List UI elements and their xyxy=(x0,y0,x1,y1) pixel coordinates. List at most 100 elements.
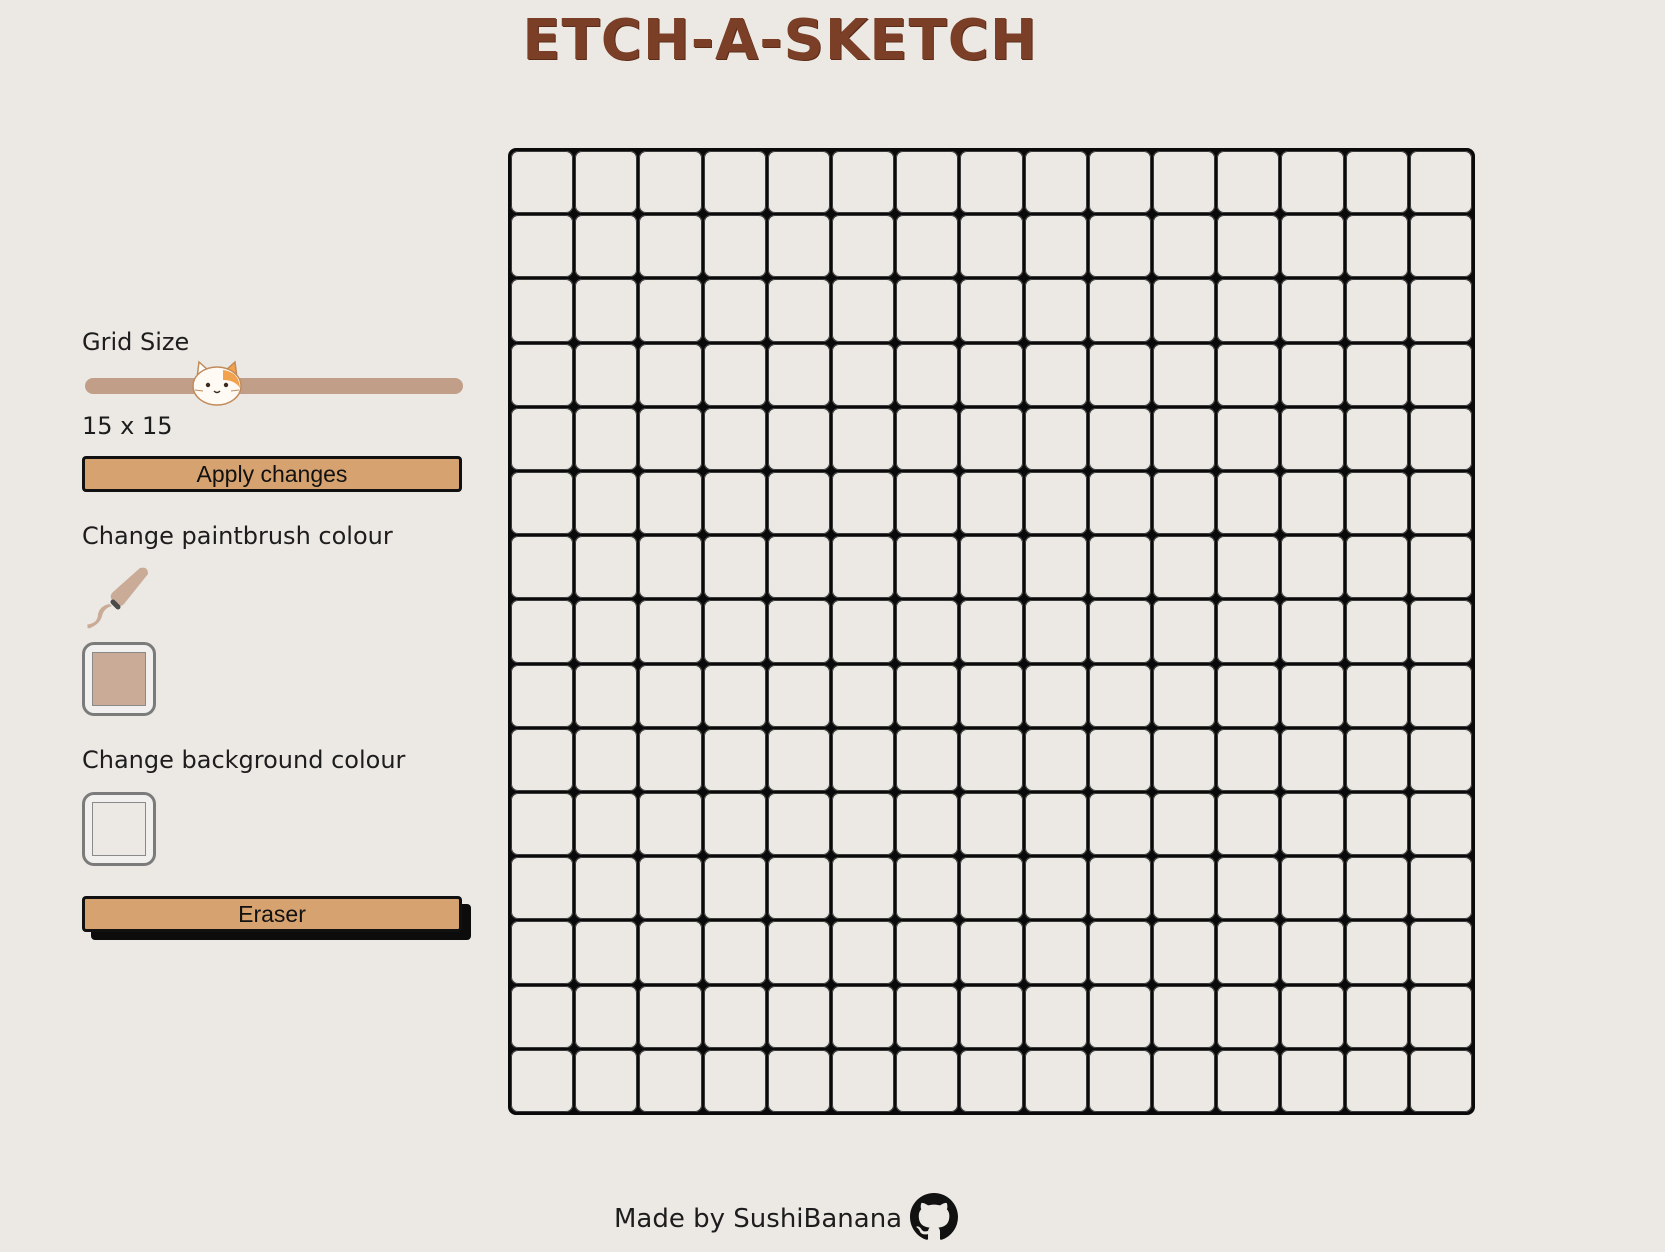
grid-cell[interactable] xyxy=(960,664,1023,727)
grid-cell[interactable] xyxy=(960,921,1023,984)
grid-cell[interactable] xyxy=(1345,536,1408,599)
grid-cell[interactable] xyxy=(703,536,766,599)
grid-cell[interactable] xyxy=(832,857,895,920)
grid-cell[interactable] xyxy=(1088,151,1151,214)
grid-cell[interactable] xyxy=(960,793,1023,856)
grid-cell[interactable] xyxy=(1409,793,1472,856)
grid-cell[interactable] xyxy=(1153,536,1216,599)
grid-cell[interactable] xyxy=(575,600,638,663)
grid-cell[interactable] xyxy=(1088,985,1151,1048)
grid-cell[interactable] xyxy=(896,407,959,470)
grid-cell[interactable] xyxy=(1088,472,1151,535)
grid-cell[interactable] xyxy=(639,536,702,599)
grid-cell[interactable] xyxy=(1409,151,1472,214)
grid-cell[interactable] xyxy=(1281,793,1344,856)
grid-cell[interactable] xyxy=(1281,728,1344,791)
grid-cell[interactable] xyxy=(1409,536,1472,599)
grid-cell[interactable] xyxy=(639,985,702,1048)
grid-cell[interactable] xyxy=(1281,472,1344,535)
grid-cell[interactable] xyxy=(1088,600,1151,663)
grid-cell[interactable] xyxy=(767,407,830,470)
grid-cell[interactable] xyxy=(703,1049,766,1112)
grid-cell[interactable] xyxy=(1088,728,1151,791)
grid-cell[interactable] xyxy=(1217,664,1280,727)
grid-cell[interactable] xyxy=(703,472,766,535)
grid-cell[interactable] xyxy=(511,793,574,856)
grid-cell[interactable] xyxy=(1153,472,1216,535)
grid-cell[interactable] xyxy=(1217,407,1280,470)
grid-cell[interactable] xyxy=(832,600,895,663)
grid-cell[interactable] xyxy=(1281,600,1344,663)
grid-cell[interactable] xyxy=(639,407,702,470)
grid-cell[interactable] xyxy=(511,151,574,214)
grid-cell[interactable] xyxy=(703,151,766,214)
grid-cell[interactable] xyxy=(511,215,574,278)
grid-cell[interactable] xyxy=(767,600,830,663)
grid-cell[interactable] xyxy=(1217,472,1280,535)
grid-cell[interactable] xyxy=(896,472,959,535)
grid-cell[interactable] xyxy=(832,985,895,1048)
grid-cell[interactable] xyxy=(1409,664,1472,727)
grid-cell[interactable] xyxy=(960,343,1023,406)
grid-cell[interactable] xyxy=(896,857,959,920)
grid-cell[interactable] xyxy=(1088,1049,1151,1112)
grid-cell[interactable] xyxy=(1088,279,1151,342)
grid-cell[interactable] xyxy=(1024,793,1087,856)
grid-cell[interactable] xyxy=(896,985,959,1048)
grid-cell[interactable] xyxy=(896,664,959,727)
grid-cell[interactable] xyxy=(960,536,1023,599)
grid-cell[interactable] xyxy=(1281,151,1344,214)
grid-cell[interactable] xyxy=(575,921,638,984)
grid-cell[interactable] xyxy=(1153,343,1216,406)
grid-cell[interactable] xyxy=(1088,664,1151,727)
grid-cell[interactable] xyxy=(1024,600,1087,663)
grid-cell[interactable] xyxy=(1281,857,1344,920)
grid-cell[interactable] xyxy=(575,536,638,599)
grid-cell[interactable] xyxy=(1088,343,1151,406)
grid-cell[interactable] xyxy=(960,472,1023,535)
sketch-grid[interactable] xyxy=(508,148,1475,1115)
grid-cell[interactable] xyxy=(767,857,830,920)
grid-cell[interactable] xyxy=(960,151,1023,214)
grid-cell[interactable] xyxy=(639,600,702,663)
grid-cell[interactable] xyxy=(1153,407,1216,470)
grid-cell[interactable] xyxy=(1024,857,1087,920)
grid-cell[interactable] xyxy=(832,664,895,727)
grid-cell[interactable] xyxy=(960,215,1023,278)
grid-cell[interactable] xyxy=(511,857,574,920)
grid-cell[interactable] xyxy=(1217,343,1280,406)
grid-cell[interactable] xyxy=(1409,728,1472,791)
grid-cell[interactable] xyxy=(575,407,638,470)
grid-cell[interactable] xyxy=(703,600,766,663)
grid-cell[interactable] xyxy=(703,921,766,984)
apply-changes-button[interactable]: Apply changes xyxy=(82,456,462,492)
grid-cell[interactable] xyxy=(1217,215,1280,278)
grid-cell[interactable] xyxy=(1088,857,1151,920)
grid-cell[interactable] xyxy=(511,279,574,342)
grid-cell[interactable] xyxy=(1153,1049,1216,1112)
grid-cell[interactable] xyxy=(1409,985,1472,1048)
grid-cell[interactable] xyxy=(1153,793,1216,856)
grid-cell[interactable] xyxy=(767,343,830,406)
grid-cell[interactable] xyxy=(1153,151,1216,214)
grid-cell[interactable] xyxy=(1281,985,1344,1048)
grid-cell[interactable] xyxy=(1153,664,1216,727)
grid-cell[interactable] xyxy=(1153,215,1216,278)
grid-cell[interactable] xyxy=(1345,279,1408,342)
grid-cell[interactable] xyxy=(960,279,1023,342)
grid-cell[interactable] xyxy=(1153,985,1216,1048)
grid-cell[interactable] xyxy=(1217,600,1280,663)
grid-cell[interactable] xyxy=(639,472,702,535)
grid-cell[interactable] xyxy=(896,279,959,342)
grid-cell[interactable] xyxy=(1409,921,1472,984)
grid-cell[interactable] xyxy=(896,536,959,599)
grid-cell[interactable] xyxy=(832,151,895,214)
grid-cell[interactable] xyxy=(1217,793,1280,856)
grid-cell[interactable] xyxy=(896,1049,959,1112)
grid-cell[interactable] xyxy=(767,793,830,856)
grid-cell[interactable] xyxy=(767,921,830,984)
eraser-button[interactable]: Eraser xyxy=(82,896,462,932)
grid-cell[interactable] xyxy=(511,664,574,727)
grid-cell[interactable] xyxy=(1409,279,1472,342)
grid-cell[interactable] xyxy=(832,1049,895,1112)
